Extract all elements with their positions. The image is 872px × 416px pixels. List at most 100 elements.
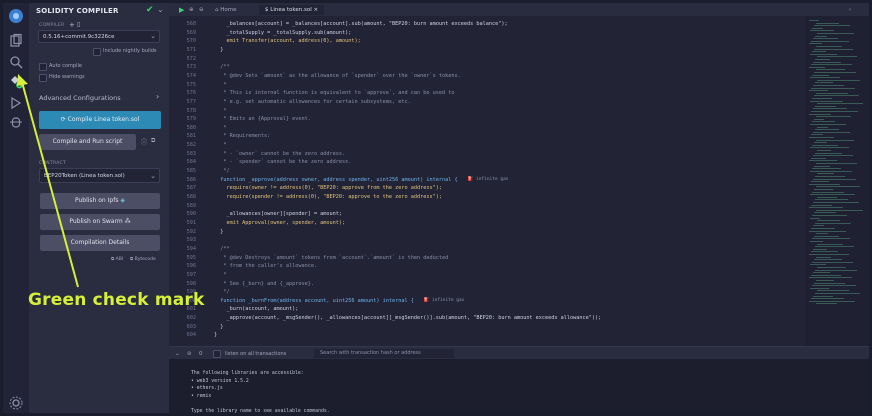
contract-select[interactable]: BEP20Token (Linea token.sol) ⌄ xyxy=(39,168,160,183)
deploy-run-icon[interactable] xyxy=(8,95,24,111)
clear-terminal-icon[interactable]: ⊘ xyxy=(187,349,192,359)
code-line: 587 require(owner != address(0), "BEP20:… xyxy=(169,184,805,193)
code-line: 598 * See {_burn} and {_approve}. xyxy=(169,280,805,289)
terminal-line: Type the library name to see available c… xyxy=(191,409,330,414)
terminal-output[interactable]: The following libraries are accessible: •… xyxy=(169,359,869,414)
code-text: _burn(account, amount); xyxy=(214,306,299,313)
settings-icon[interactable] xyxy=(8,395,24,411)
close-icon[interactable]: × xyxy=(313,7,318,13)
compilation-details-label: Compilation Details xyxy=(70,239,130,246)
hide-warnings-checkbox[interactable] xyxy=(39,74,47,82)
contract-value: BEP20Token (Linea token.sol) xyxy=(44,173,125,179)
minimap-line xyxy=(816,209,863,211)
info-icon[interactable]: ⓘ xyxy=(141,137,147,146)
ipfs-icon: ◈ xyxy=(120,197,126,204)
collapse-terminal-icon[interactable]: ⌄ xyxy=(175,349,180,359)
solidity-compiler-icon[interactable] xyxy=(8,74,24,90)
code-text: _balances[account] = _balances[account].… xyxy=(214,21,508,27)
terminal-line: • ethers.js xyxy=(191,386,223,392)
line-number: 580 xyxy=(186,124,196,131)
publish-swarm-button[interactable]: Publish on Swarm ⁂ xyxy=(40,214,160,230)
tab-linea-token[interactable]: $ Linea token.sol × xyxy=(259,5,325,15)
code-line: 576 * This is internal function is equiv… xyxy=(169,89,805,98)
minimap-line xyxy=(809,43,822,45)
minimap-line xyxy=(813,178,856,180)
chevron-right-icon[interactable]: › xyxy=(849,5,851,15)
hide-warnings-label: Hide warnings xyxy=(49,74,85,80)
line-number: 577 xyxy=(186,98,196,105)
zoom-out-icon[interactable]: ⊖ xyxy=(199,5,204,15)
search-icon[interactable] xyxy=(8,54,24,70)
terminal-line: • remix xyxy=(191,393,212,399)
code-text: * - `spender` cannot be the zero address… xyxy=(214,159,352,166)
minimap-line xyxy=(817,243,843,245)
zoom-in-icon[interactable]: ⊕ xyxy=(189,5,194,15)
minimap-line xyxy=(810,170,852,172)
minimap-line xyxy=(811,298,844,300)
compile-run-script-button[interactable]: Compile and Run script xyxy=(39,134,136,150)
listen-transactions-checkbox[interactable] xyxy=(213,350,221,358)
abi-copy-link[interactable]: ⧉ ABI xyxy=(111,256,123,262)
code-text: _allowances[owner][spender] = amount; xyxy=(214,211,343,218)
compile-button[interactable]: ⟳ Compile Linea token.sol xyxy=(39,111,161,129)
minimap-line xyxy=(815,246,854,248)
minimap-line xyxy=(811,87,855,89)
code-line: 591 emit Approval(owner, spender, amount… xyxy=(169,219,805,228)
bytecode-copy-link[interactable]: ⧉ Bytecode xyxy=(130,256,156,262)
compiler-version-select[interactable]: 0.5.16+commit.9c3226ce ⌄ xyxy=(38,30,160,43)
code-text: require(spender != address(0), "BEP20: a… xyxy=(214,194,442,200)
chevron-right-icon[interactable]: › xyxy=(156,92,159,101)
line-number: 598 xyxy=(186,280,196,287)
debugger-icon[interactable] xyxy=(8,114,24,130)
minimap-line xyxy=(811,228,835,229)
chevron-down-icon[interactable]: ⌄ xyxy=(157,5,164,14)
run-icon[interactable]: ▶ xyxy=(179,5,184,15)
terminal-line: The following libraries are accessible: xyxy=(191,371,304,376)
minimap-line xyxy=(817,126,828,128)
minimap-line xyxy=(812,168,841,170)
chevron-down-icon: ⌄ xyxy=(150,172,156,180)
auto-compile-checkbox[interactable] xyxy=(39,63,47,71)
minimap-line xyxy=(815,129,839,131)
line-number: 604 xyxy=(186,332,196,339)
line-number: 572 xyxy=(186,55,196,62)
minimap-line xyxy=(817,150,831,151)
minimap-line xyxy=(817,220,840,222)
minimap-line xyxy=(816,92,848,94)
minimap-line xyxy=(815,105,836,107)
line-number: 582 xyxy=(186,142,196,149)
code-text: * This is internal function is equivalen… xyxy=(214,90,455,97)
compilation-details-button[interactable]: Compilation Details xyxy=(40,235,160,251)
minimap-line xyxy=(809,113,831,115)
copy-icon[interactable]: ⧉ xyxy=(151,137,155,145)
publish-ipfs-button[interactable]: Publish on Ipfs ◈ xyxy=(40,193,160,209)
tab-home[interactable]: ⌂ Home xyxy=(215,5,237,15)
code-line: 570 emit Transfer(account, address(0), a… xyxy=(169,37,805,46)
add-compiler-icon[interactable]: + xyxy=(69,21,75,29)
minimap-line xyxy=(815,222,851,224)
app-window: SOLIDITY COMPILER ✔ ⌄ COMPILER + ▯ 0.5.1… xyxy=(3,3,869,414)
line-number: 602 xyxy=(186,315,196,322)
advanced-configurations-toggle[interactable]: Advanced Configurations xyxy=(39,94,121,102)
minimap-line xyxy=(812,238,850,240)
line-number: 585 xyxy=(186,168,196,175)
file-explorer-icon[interactable] xyxy=(8,33,24,49)
code-text: } xyxy=(214,323,224,330)
minimap-line xyxy=(816,116,851,118)
minimap-line xyxy=(815,59,830,60)
minimap-line xyxy=(814,282,845,284)
remix-logo-icon[interactable] xyxy=(8,8,24,24)
panel-header: SOLIDITY COMPILER ✔ ⌄ xyxy=(29,3,169,19)
line-number: 568 xyxy=(186,21,196,27)
auto-compile-label: Auto compile xyxy=(49,63,82,69)
transaction-search-input[interactable]: Search with transaction hash or address xyxy=(314,349,454,358)
include-nightly-checkbox[interactable] xyxy=(93,48,101,56)
minimap-line xyxy=(811,134,823,136)
code-editor[interactable]: 568 _balances[account] = _balances[accou… xyxy=(169,16,805,346)
line-number: 596 xyxy=(186,263,196,270)
minimap-line xyxy=(813,272,830,274)
compile-run-script-label: Compile and Run script xyxy=(52,138,123,145)
info-icon[interactable]: ▯ xyxy=(77,21,81,28)
minimap[interactable] xyxy=(805,16,869,346)
code-line: 594 /** xyxy=(169,245,805,254)
